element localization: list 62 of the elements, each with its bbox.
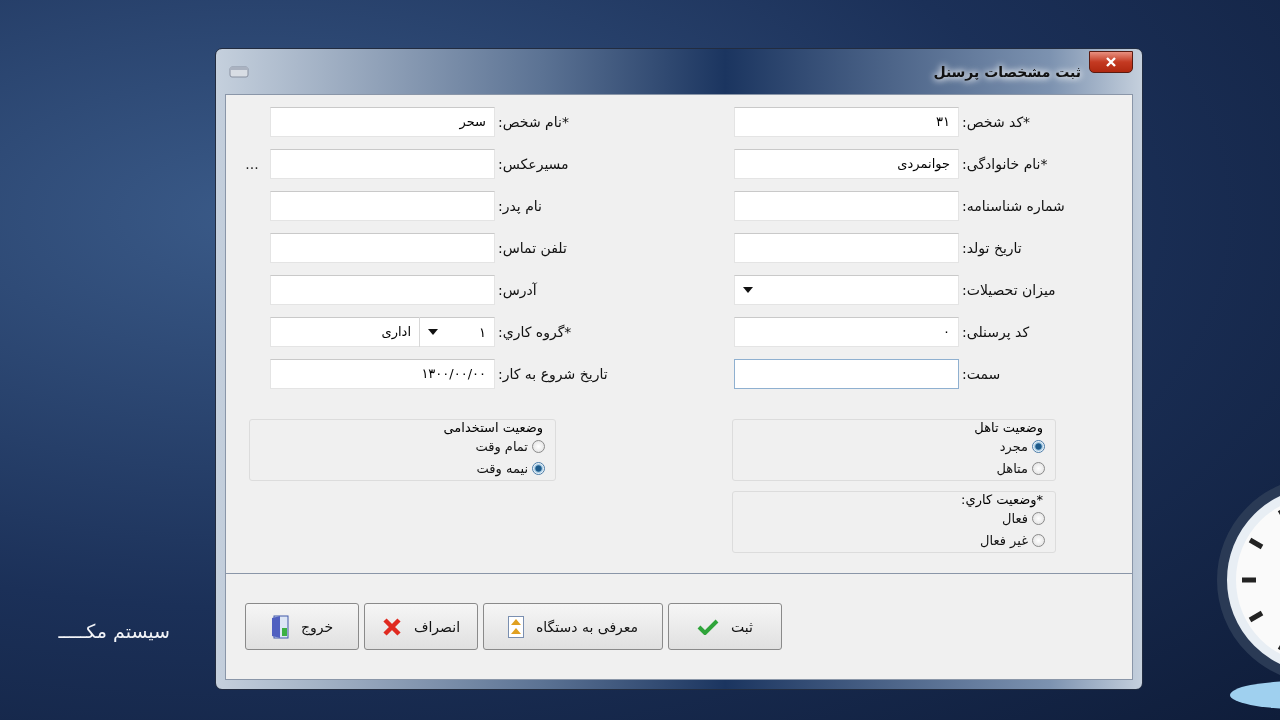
radio-label: نیمه وقت (476, 460, 528, 476)
radio-label: مجرد (999, 438, 1028, 454)
close-icon (1105, 55, 1117, 68)
field-label: تلفن تماس: (498, 240, 568, 256)
input-field[interactable]: ۳۱ (734, 107, 959, 137)
input-field[interactable]: ۰ (734, 317, 959, 347)
radio-button[interactable] (532, 439, 545, 453)
field-label: *گروه کاري: (498, 324, 573, 340)
door-icon (270, 614, 289, 639)
input-field[interactable] (734, 233, 959, 263)
radio-label: تمام وقت (475, 438, 528, 454)
radio-label: فعال (1002, 510, 1028, 526)
cancel-button[interactable]: انصراف (364, 603, 478, 650)
field-value: ۰ (942, 323, 950, 341)
input-field[interactable]: سحر (270, 107, 495, 137)
radio-button[interactable] (1032, 511, 1045, 525)
window-menu-icon[interactable] (229, 65, 249, 78)
input-field[interactable]: ۱۳۰۰/۰۰/۰۰ (270, 359, 495, 389)
input-field[interactable] (270, 275, 495, 305)
field-value: ۳۱ (935, 113, 950, 131)
field-label: *نام خانوادگی: (962, 156, 1049, 172)
field-label: تاریخ شروع به کار: (498, 366, 609, 382)
caret-icon (428, 329, 438, 335)
window-title: ثبت مشخصات پرسنل (933, 63, 1081, 80)
field-label: آدرس: (498, 282, 538, 298)
browse-button[interactable]: ... (237, 156, 267, 172)
cross-icon (381, 616, 402, 637)
input-field[interactable] (734, 359, 959, 389)
close-button[interactable] (1089, 50, 1133, 73)
field-label: میزان تحصیلات: (962, 282, 1057, 298)
save-button[interactable]: ثبت (668, 603, 782, 650)
input-field[interactable] (270, 233, 495, 263)
field-label: کد پرسنلی: (962, 324, 1031, 340)
dropdown-field[interactable]: ۱ اداری (270, 317, 495, 347)
desktop-caption: سیستم مکـــــ (57, 620, 170, 642)
group-legend: وضعیت تاهل (972, 420, 1045, 435)
field-label: تاریخ تولد: (962, 240, 1023, 256)
radio-button[interactable] (1032, 439, 1045, 453)
field-label: *نام شخص: (498, 114, 570, 130)
field-value: جوانمردی (896, 155, 950, 174)
input-field[interactable] (270, 191, 495, 221)
radio-label: متاهل (996, 460, 1028, 476)
input-field[interactable]: جوانمردی (734, 149, 959, 179)
field-label: شماره شناسنامه: (962, 198, 1066, 214)
dropdown-field[interactable] (734, 275, 959, 305)
caret-icon (743, 287, 753, 293)
group-legend: وضعیت استخدامی (441, 420, 545, 435)
input-field[interactable] (270, 149, 495, 179)
input-field[interactable] (734, 191, 959, 221)
radio-label: غیر فعال (980, 532, 1028, 548)
field-label: سمت: (962, 366, 1002, 382)
up-arrows-icon (507, 615, 524, 638)
group-legend: *وضعیت کاري: (959, 492, 1045, 507)
radio-button[interactable] (1032, 533, 1045, 547)
device-button[interactable]: معرفی به دستگاه (483, 603, 663, 650)
radio-button[interactable] (1032, 461, 1045, 475)
radio-button[interactable] (532, 461, 545, 475)
exit-button[interactable]: خروج (245, 603, 359, 650)
checkmark-icon (697, 618, 720, 635)
field-label: مسیرعکس: (498, 156, 570, 172)
field-label: نام پدر: (498, 198, 543, 214)
field-label: *کد شخص: (962, 114, 1032, 130)
